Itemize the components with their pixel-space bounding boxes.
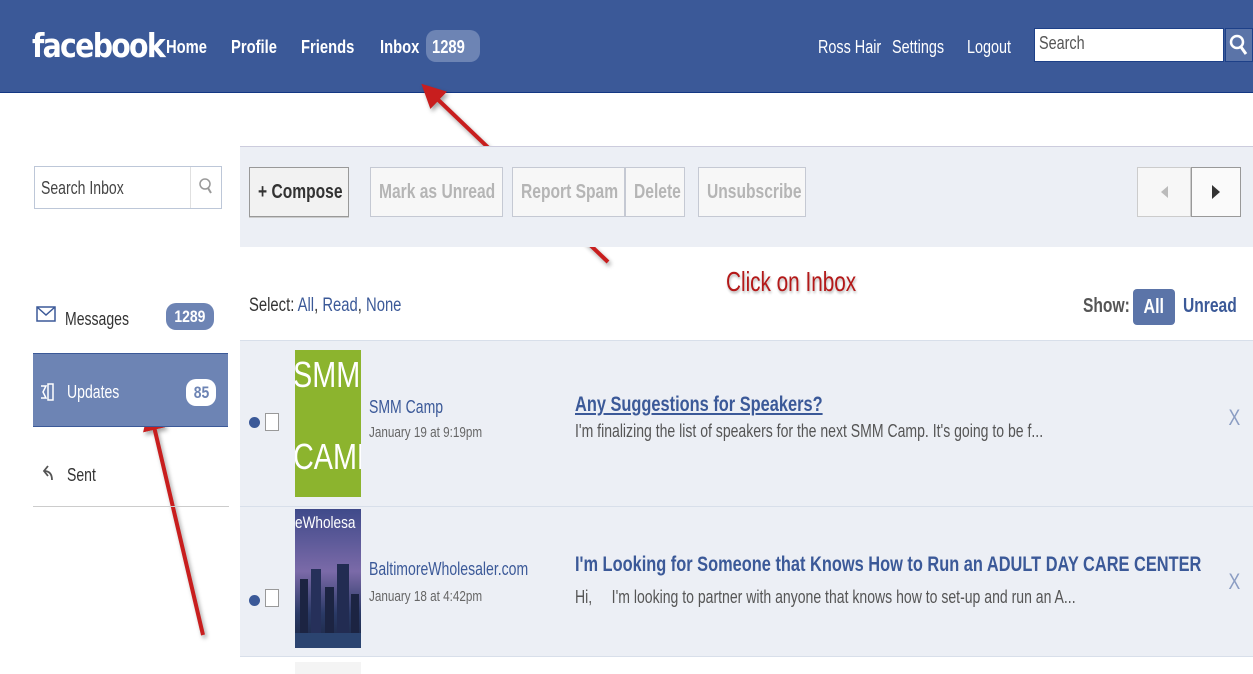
message-checkbox[interactable] bbox=[265, 413, 279, 431]
select-filter-row: Select: All, Read, None bbox=[249, 295, 402, 316]
city-skyline-image bbox=[295, 564, 361, 648]
message-subject[interactable]: Any Suggestions for Speakers? bbox=[575, 393, 823, 417]
message-sender[interactable]: SMM Camp bbox=[369, 397, 443, 418]
delete-button[interactable]: Delete bbox=[625, 167, 685, 217]
avatar-text: eWholesa bbox=[295, 513, 356, 532]
avatar-text: SMM bbox=[295, 354, 361, 395]
inbox-search-input[interactable]: Search Inbox bbox=[34, 166, 222, 209]
select-label: Select: bbox=[249, 295, 295, 316]
message-row[interactable] bbox=[240, 656, 1253, 674]
message-preview[interactable]: I'm finalizing the list of speakers for … bbox=[575, 421, 1043, 442]
avatar-text: CAMP bbox=[295, 436, 361, 477]
sender-avatar[interactable] bbox=[295, 662, 361, 674]
sent-arrow-icon bbox=[42, 465, 53, 481]
message-subject[interactable]: I'm Looking for Someone that Knows How t… bbox=[575, 553, 1201, 577]
message-date: January 19 at 9:19pm bbox=[369, 424, 483, 441]
message-preview[interactable]: Hi, I'm looking to partner with anyone t… bbox=[575, 587, 1076, 608]
updates-icon bbox=[41, 383, 54, 401]
sender-avatar[interactable]: eWholesa bbox=[295, 509, 361, 648]
select-all-link[interactable]: All bbox=[298, 295, 314, 316]
envelope-icon bbox=[36, 306, 56, 322]
sidebar-item-label: Messages bbox=[65, 309, 129, 329]
chevron-left-icon bbox=[1161, 186, 1168, 198]
message-row[interactable]: SMM CAMP SMM Camp January 19 at 9:19pm A… bbox=[240, 340, 1253, 507]
show-unread-toggle[interactable]: Unread bbox=[1183, 295, 1237, 318]
compose-button[interactable]: + Compose bbox=[249, 167, 349, 217]
unread-indicator bbox=[249, 417, 260, 428]
sidebar-item-sent[interactable]: Sent bbox=[33, 455, 228, 495]
report-spam-button[interactable]: Report Spam bbox=[512, 167, 625, 217]
next-page-button[interactable] bbox=[1191, 167, 1241, 217]
search-icon[interactable] bbox=[190, 167, 221, 208]
chevron-right-icon bbox=[1212, 185, 1220, 199]
unsubscribe-button[interactable]: Unsubscribe bbox=[698, 167, 806, 217]
sidebar-item-label: Updates bbox=[67, 382, 120, 402]
message-date: January 18 at 4:42pm bbox=[369, 588, 483, 605]
select-read-link[interactable]: Read bbox=[322, 295, 357, 316]
sidebar-item-updates[interactable]: Updates 85 bbox=[33, 353, 228, 427]
mark-as-unread-button[interactable]: Mark as Unread bbox=[370, 167, 503, 217]
message-sender[interactable]: BaltimoreWholesaler.com bbox=[369, 559, 528, 580]
updates-count-badge: 85 bbox=[186, 379, 216, 406]
arrow-to-updates bbox=[143, 406, 205, 636]
sidebar-divider bbox=[33, 506, 229, 507]
show-all-toggle[interactable]: All bbox=[1133, 289, 1175, 325]
show-label: Show: bbox=[1083, 295, 1130, 317]
delete-message-icon[interactable]: X bbox=[1228, 569, 1240, 595]
annotation-click-on-inbox: Click on Inbox bbox=[726, 266, 857, 297]
sidebar-item-label: Sent bbox=[67, 465, 96, 485]
select-none-link[interactable]: None bbox=[366, 295, 401, 316]
inbox-search-placeholder: Search Inbox bbox=[41, 178, 124, 198]
delete-message-icon[interactable]: X bbox=[1228, 405, 1240, 431]
unread-indicator bbox=[249, 595, 260, 606]
previous-page-button[interactable] bbox=[1137, 167, 1191, 217]
sender-avatar[interactable]: SMM CAMP bbox=[295, 350, 361, 497]
sidebar-item-messages[interactable]: Messages 1289 bbox=[33, 298, 228, 338]
message-row[interactable]: eWholesa BaltimoreWholesaler.com January… bbox=[240, 506, 1253, 656]
messages-count-badge: 1289 bbox=[166, 303, 214, 330]
message-checkbox[interactable] bbox=[265, 589, 279, 607]
